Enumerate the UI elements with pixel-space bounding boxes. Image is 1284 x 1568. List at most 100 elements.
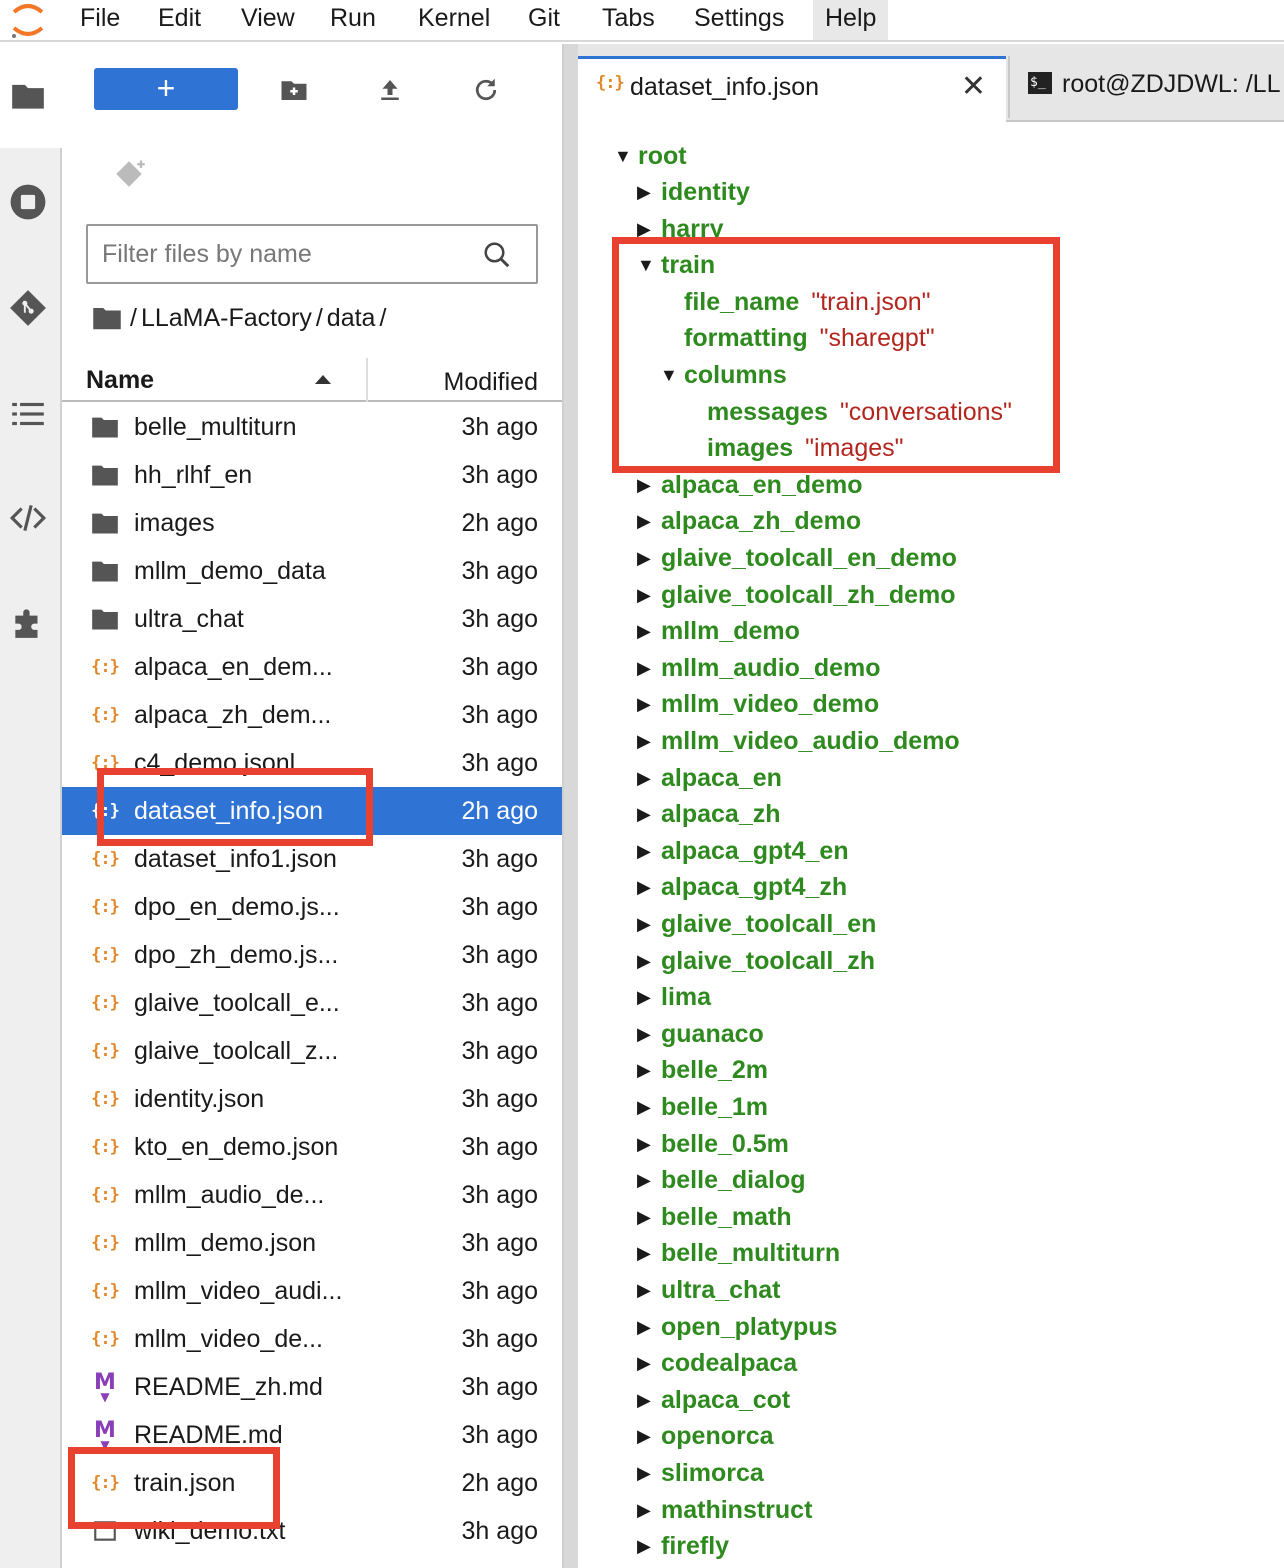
chevron-right-icon[interactable]: ▶ [637,1418,661,1454]
json-tree-node[interactable]: ▶ glaive_toolcall_en [637,906,876,942]
menu-run[interactable]: Run [318,0,388,40]
tab-terminal[interactable]: $_ root@ZDJDWL: /LL [1008,56,1284,118]
chevron-right-icon[interactable]: ▶ [637,1309,661,1345]
folder-icon[interactable] [6,74,50,118]
json-tree-node[interactable]: ▶ alpaca_en [637,760,782,796]
json-tree-node[interactable]: ▶ mllm_video_audio_demo [637,723,960,759]
json-tree-node[interactable]: ▶ guanaco [637,1016,764,1052]
chevron-right-icon[interactable]: ▶ [637,174,661,210]
json-tree-node[interactable]: ▼ train [637,247,715,283]
file-row[interactable]: {:} identity.json 3h ago [62,1075,562,1123]
file-row[interactable]: M ▼ README.md 3h ago [62,1411,562,1459]
file-row[interactable]: ultra_chat 3h ago [62,595,562,643]
file-row[interactable]: {:} glaive_toolcall_e... 3h ago [62,979,562,1027]
json-tree-node[interactable]: ▶ mllm_demo [637,613,800,649]
chevron-right-icon[interactable]: ▶ [637,503,661,539]
json-tree-node[interactable]: ▶ codealpaca [637,1345,797,1381]
json-tree-node[interactable]: ▶ open_platypus [637,1309,837,1345]
sort-ascending-icon[interactable] [314,370,332,388]
chevron-right-icon[interactable]: ▶ [637,760,661,796]
json-tree-node[interactable]: ▶ glaive_toolcall_en_demo [637,540,957,576]
git-clone-icon[interactable] [114,156,150,192]
chevron-right-icon[interactable]: ▶ [637,1089,661,1125]
file-row[interactable]: {:} train.json 2h ago [62,1459,562,1507]
json-tree-node[interactable]: ▶ belle_0.5m [637,1126,789,1162]
menu-edit[interactable]: Edit [146,0,213,40]
column-divider[interactable] [366,358,368,402]
new-folder-icon[interactable] [274,70,314,110]
file-row[interactable]: {:} mllm_video_audi... 3h ago [62,1267,562,1315]
chevron-right-icon[interactable]: ▶ [637,686,661,722]
upload-icon[interactable] [370,70,410,110]
table-of-contents-icon[interactable] [6,392,50,436]
json-tree-node[interactable]: ▶ alpaca_en_demo [637,467,863,503]
chevron-down-icon[interactable]: ▼ [637,247,661,283]
json-tree-node[interactable]: ▼ columns [660,357,787,393]
chevron-down-icon[interactable]: ▼ [614,138,638,174]
json-tree-node[interactable]: ▶ firefly [637,1528,729,1564]
json-tree-node[interactable]: ▶ belle_math [637,1199,792,1235]
menu-file[interactable]: File [68,0,132,40]
json-tree-node[interactable]: ▶ belle_2m [637,1052,768,1088]
folder-icon[interactable] [92,305,122,331]
menu-tabs[interactable]: Tabs [590,0,667,40]
code-icon[interactable] [6,496,50,540]
json-tree-node[interactable]: ▶ glaive_toolcall_zh [637,943,875,979]
file-row[interactable]: {:} dataset_info1.json 3h ago [62,835,562,883]
json-tree-node[interactable]: ▶ alpaca_gpt4_zh [637,869,847,905]
chevron-right-icon[interactable]: ▶ [637,1455,661,1491]
menu-git[interactable]: Git [516,0,572,40]
menu-view[interactable]: View [229,0,307,40]
json-tree-node[interactable]: ▶ alpaca_zh_demo [637,503,861,539]
chevron-right-icon[interactable]: ▶ [637,723,661,759]
file-row[interactable]: mllm_demo_data 3h ago [62,547,562,595]
file-row[interactable]: {:} mllm_audio_de... 3h ago [62,1171,562,1219]
json-tree-node[interactable]: ▶ mllm_audio_demo [637,650,881,686]
chevron-right-icon[interactable]: ▶ [637,650,661,686]
chevron-right-icon[interactable]: ▶ [637,540,661,576]
panel-splitter[interactable] [564,44,578,1568]
json-tree-node[interactable]: ▶ belle_dialog [637,1162,805,1198]
filter-files-field[interactable] [86,224,538,284]
json-tree-node[interactable]: ▶ belle_multiturn [637,1235,840,1271]
json-tree-node[interactable]: ▶ alpaca_zh [637,796,781,832]
chevron-right-icon[interactable]: ▶ [637,1528,661,1564]
chevron-right-icon[interactable]: ▶ [637,1235,661,1271]
file-row[interactable]: {:} dpo_zh_demo.js... 3h ago [62,931,562,979]
new-launcher-button[interactable]: + [94,68,238,110]
chevron-right-icon[interactable]: ▶ [637,1345,661,1381]
json-tree-node[interactable]: ▶ lima [637,979,711,1015]
chevron-right-icon[interactable]: ▶ [637,1199,661,1235]
file-row[interactable]: {:} c4_demo.jsonl 3h ago [62,739,562,787]
json-tree-root[interactable]: ▼ root [614,138,687,174]
chevron-right-icon[interactable]: ▶ [637,613,661,649]
chevron-right-icon[interactable]: ▶ [637,833,661,869]
chevron-right-icon[interactable]: ▶ [637,943,661,979]
file-row[interactable]: belle_multiturn 3h ago [62,403,562,451]
chevron-down-icon[interactable]: ▼ [660,357,684,393]
file-row[interactable]: {:} glaive_toolcall_z... 3h ago [62,1027,562,1075]
json-tree-node[interactable]: ▶ alpaca_gpt4_en [637,833,849,869]
menu-help[interactable]: Help [813,0,889,40]
json-tree-node[interactable]: ▶ identity [637,174,750,210]
file-row[interactable]: {:} mllm_video_de... 3h ago [62,1315,562,1363]
json-tree-node[interactable]: ▶ harry [637,211,724,247]
json-tree-node[interactable]: ▶ alpaca_cot [637,1382,790,1418]
file-row[interactable]: M ▼ README_zh.md 3h ago [62,1363,562,1411]
file-row[interactable]: images 2h ago [62,499,562,547]
column-header-modified[interactable]: Modified [444,364,539,400]
chevron-right-icon[interactable]: ▶ [637,1382,661,1418]
menu-kernel[interactable]: Kernel [406,0,502,40]
file-row[interactable]: {:} alpaca_en_dem... 3h ago [62,643,562,691]
json-tree-node[interactable]: ▶ mathinstruct [637,1492,812,1528]
filter-files-input[interactable] [102,236,472,272]
chevron-right-icon[interactable]: ▶ [637,979,661,1015]
breadcrumb-llama-factory[interactable]: LLaMA-Factory [141,298,312,338]
json-tree-node[interactable]: ▶ mllm_video_demo [637,686,879,722]
chevron-right-icon[interactable]: ▶ [637,577,661,613]
chevron-right-icon[interactable]: ▶ [637,869,661,905]
running-stop-icon[interactable] [6,180,50,224]
json-tree-node[interactable]: ▶ ultra_chat [637,1272,780,1308]
chevron-right-icon[interactable]: ▶ [637,1162,661,1198]
breadcrumb-data[interactable]: data [327,298,376,338]
